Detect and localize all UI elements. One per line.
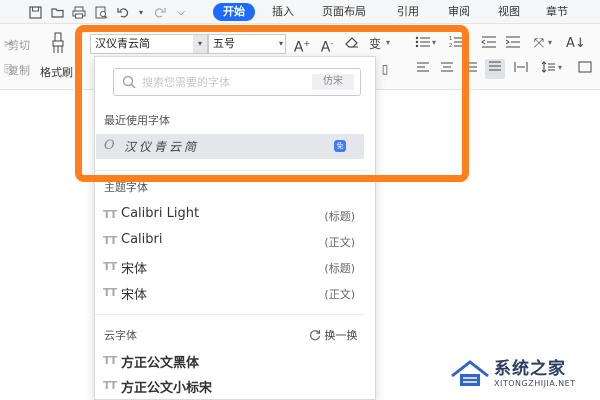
font-name: Calibri (121, 232, 163, 247)
chinese-layout-icon[interactable]: ⤧ (530, 35, 548, 53)
chevron-down-icon[interactable]: ▾ (548, 38, 552, 47)
font-name: 宋体 (121, 288, 148, 303)
print-preview-icon[interactable] (92, 3, 110, 21)
chevron-down-icon[interactable]: ▾ (558, 63, 562, 72)
watermark-subtitle: XITONGZHIJIA.NET (494, 379, 576, 388)
truetype-icon: TT (103, 286, 117, 299)
font-name: 方正公文黑体 (121, 356, 200, 371)
truetype-icon: TT (103, 234, 117, 247)
sort-icon[interactable]: A↓ (566, 35, 586, 53)
refresh-button[interactable]: 换一换 (309, 327, 358, 343)
font-name: Calibri Light (121, 206, 200, 221)
justify-icon[interactable] (485, 59, 505, 79)
refresh-icon (309, 330, 321, 341)
tab-view[interactable]: 视图 (492, 3, 526, 21)
watermark-logo-icon (451, 360, 489, 386)
cloud-fonts-title: 云字体 (104, 329, 137, 342)
refresh-label: 换一换 (324, 329, 358, 342)
font-name: 宋体 (121, 262, 148, 277)
cut-button[interactable]: 剪切 (8, 37, 30, 53)
font-role-tag: (正文) (324, 236, 355, 249)
font-list-item[interactable]: TT 宋体 (正文) (95, 280, 375, 306)
watermark: 系统之家 XITONGZHIJIA.NET (450, 352, 598, 396)
highlight-box (75, 25, 469, 182)
font-list-item[interactable]: TT 宋体 (标题) (95, 254, 375, 280)
redo-icon[interactable] (150, 3, 168, 21)
tab-review[interactable]: 审阅 (442, 3, 476, 21)
font-name: 方正公文小标宋 (121, 381, 213, 396)
font-list-item[interactable]: TT 方正公文小标宋 (95, 373, 375, 399)
open-icon[interactable] (48, 3, 66, 21)
undo-icon[interactable] (114, 3, 132, 21)
increase-indent-icon[interactable] (504, 35, 522, 53)
save-icon[interactable] (26, 3, 44, 21)
font-role-tag: (正文) (324, 288, 355, 301)
decrease-indent-icon[interactable] (480, 35, 498, 53)
truetype-icon: TT (103, 260, 117, 273)
shading-icon[interactable] (576, 60, 594, 78)
font-list-item[interactable]: TT Calibri Light (标题) (95, 202, 375, 228)
customize-icon[interactable]: ⌵ (172, 3, 190, 21)
paintbrush-icon[interactable] (48, 32, 68, 58)
truetype-icon: TT (103, 208, 117, 221)
distribute-icon[interactable] (512, 60, 530, 78)
tab-references[interactable]: 引用 (391, 3, 425, 21)
font-list-item[interactable]: TT Calibri (正文) (95, 228, 375, 254)
line-spacing-icon[interactable] (540, 60, 558, 78)
tab-insert[interactable]: 插入 (266, 3, 300, 21)
format-painter-button[interactable]: 格式刷 (40, 64, 73, 80)
font-role-tag: (标题) (324, 262, 355, 275)
truetype-icon: TT (103, 354, 117, 367)
tab-start[interactable]: 开始 (213, 3, 255, 21)
tab-page-layout[interactable]: 页面布局 (316, 3, 372, 21)
divider (95, 314, 365, 315)
chevron-down-icon[interactable]: ▾ (132, 3, 150, 21)
watermark-title: 系统之家 (494, 359, 566, 379)
font-list-item[interactable]: TT 方正公文黑体 (95, 348, 375, 374)
print-icon[interactable] (70, 3, 88, 21)
truetype-icon: TT (103, 379, 117, 392)
menu-bar: ▾ ⌵ 开始 插入 页面布局 引用 审阅 视图 章节 (0, 0, 600, 24)
tab-chapter[interactable]: 章节 (540, 3, 574, 21)
copy-button[interactable]: 复制 (8, 62, 30, 78)
font-role-tag: (标题) (324, 210, 355, 223)
